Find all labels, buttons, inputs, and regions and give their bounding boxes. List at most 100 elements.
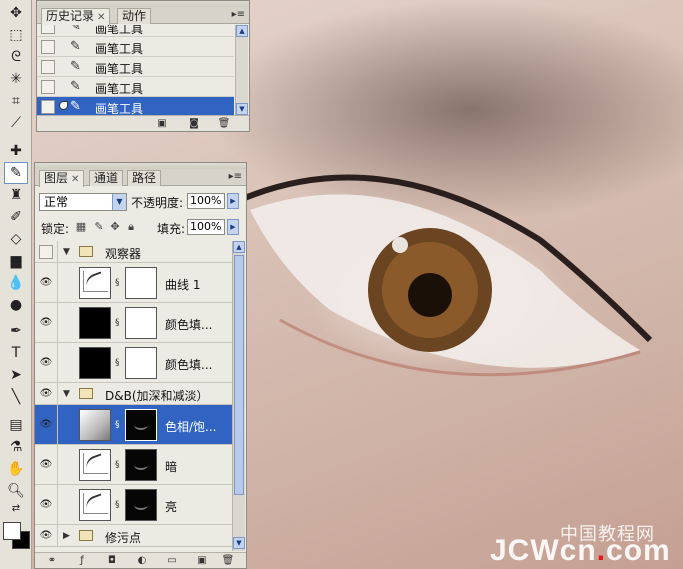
lock-image-icon[interactable]: ✎ (93, 221, 105, 233)
tab-history[interactable]: 历史记录 ✕ (41, 8, 111, 25)
history-item-selected[interactable]: ✎ 画笔工具 (37, 97, 234, 117)
link-icon[interactable]: § (115, 420, 121, 430)
visibility-toggle[interactable] (39, 245, 53, 259)
expand-triangle-icon[interactable]: ▼ (63, 247, 70, 257)
eye-icon[interactable]: 👁︎ (39, 459, 53, 471)
history-item[interactable]: ✎ 画笔工具 (37, 57, 234, 77)
link-icon[interactable]: § (115, 500, 121, 510)
layer-group-row[interactable]: ▼ 观察器 (35, 241, 232, 263)
new-layer-icon[interactable]: ▣ (195, 555, 209, 566)
lock-position-icon[interactable]: ✥ (109, 221, 121, 233)
foreground-color-swatch[interactable] (3, 522, 21, 540)
tab-channels[interactable]: 通道 (89, 170, 124, 186)
path-selection-tool-icon[interactable]: ➤ (4, 364, 28, 386)
fill-slider-icon[interactable]: ▶ (227, 219, 239, 235)
lock-all-icon[interactable]: 🔒︎ (125, 221, 137, 233)
folder-icon (79, 530, 93, 541)
marquee-tool-icon[interactable]: ⬚ (4, 24, 28, 46)
eye-icon[interactable]: 👁︎ (39, 317, 53, 329)
eraser-tool-icon[interactable]: ◇ (4, 228, 28, 250)
scroll-down-icon[interactable]: ▼ (236, 103, 248, 115)
slice-tool-icon[interactable]: ⟋ (4, 112, 28, 134)
hand-tool-icon[interactable]: ✋ (4, 458, 28, 480)
trash-icon[interactable]: 🗑︎ (217, 118, 231, 129)
opacity-field[interactable]: 100% (187, 193, 225, 209)
layer-row-selected[interactable]: 👁︎ § 色相/饱... (35, 405, 232, 445)
eye-icon[interactable]: 👁︎ (39, 419, 53, 431)
scroll-down-icon[interactable]: ▼ (233, 537, 245, 549)
layer-row[interactable]: 👁︎ § 暗 (35, 445, 232, 485)
new-group-icon[interactable]: ▭ (165, 555, 179, 566)
link-icon[interactable]: § (115, 460, 121, 470)
fill-field[interactable]: 100% (187, 219, 225, 235)
new-document-icon[interactable]: ▣ (155, 118, 169, 129)
link-icon[interactable]: § (115, 318, 121, 328)
trash-icon[interactable]: 🗑︎ (221, 555, 235, 566)
eye-icon[interactable]: 👁︎ (39, 357, 53, 369)
source-checkbox[interactable] (41, 100, 55, 114)
history-scrollbar[interactable]: ▲ ▼ (235, 25, 248, 117)
panel-menu-icon[interactable]: ▸≡ (229, 171, 242, 182)
layer-group-row[interactable]: 👁︎ ▶ 修污点 (35, 525, 232, 547)
swap-colors-icon[interactable]: ⇄ (4, 500, 28, 516)
tab-actions[interactable]: 动作 (117, 8, 152, 24)
layers-scrollbar[interactable]: ▲ ▼ (232, 241, 245, 551)
layer-row[interactable]: 👁︎ § 颜色填... (35, 343, 232, 383)
history-item[interactable]: ✎ 画笔工具 (37, 77, 234, 97)
notes-tool-icon[interactable]: ▤ (4, 414, 28, 436)
healing-brush-tool-icon[interactable]: ✚ (4, 140, 28, 162)
eyedropper-tool-icon[interactable]: ⚗ (4, 436, 28, 458)
source-checkbox[interactable] (41, 80, 55, 94)
link-icon[interactable]: § (115, 278, 121, 288)
expand-triangle-icon[interactable]: ▶ (63, 531, 70, 541)
expand-triangle-icon[interactable]: ▼ (63, 389, 70, 399)
link-layers-icon[interactable]: ⚭ (45, 555, 59, 566)
clone-stamp-tool-icon[interactable]: ♜ (4, 184, 28, 206)
gradient-tool-icon[interactable]: ▆ (4, 250, 28, 272)
source-checkbox[interactable] (41, 25, 55, 34)
history-item[interactable]: ✎ 画笔工具 (37, 25, 234, 37)
eye-icon[interactable]: 👁︎ (39, 388, 53, 400)
layer-row[interactable]: 👁︎ § 亮 (35, 485, 232, 525)
move-tool-icon[interactable]: ✥ (4, 2, 28, 24)
layers-tab-bar: 图层 ✕ 通道 路径 ▸≡ (35, 169, 246, 187)
scroll-up-icon[interactable]: ▲ (233, 241, 245, 253)
eye-icon[interactable]: 👁︎ (39, 499, 53, 511)
zoom-tool-icon[interactable]: 🔍︎ (4, 480, 28, 502)
lasso-tool-icon[interactable]: ᘓ (4, 46, 28, 68)
layer-row[interactable]: 👁︎ § 曲线 1 (35, 263, 232, 303)
history-item[interactable]: ✎ 画笔工具 (37, 37, 234, 57)
blend-mode-select[interactable]: 正常 ▼ (39, 193, 127, 211)
dodge-tool-icon[interactable]: ● (4, 294, 28, 316)
layers-footer: ⚭ ƒ ◘ ◐ ▭ ▣ 🗑︎ (35, 552, 246, 568)
tab-paths[interactable]: 路径 (127, 170, 162, 186)
history-brush-tool-icon[interactable]: ✐ (4, 206, 28, 228)
tab-layers[interactable]: 图层 ✕ (39, 170, 85, 187)
magic-wand-tool-icon[interactable]: ✳ (4, 68, 28, 90)
brush-tool-icon[interactable]: ✎ (4, 162, 28, 184)
chevron-down-icon[interactable]: ▼ (112, 194, 126, 210)
add-mask-icon[interactable]: ◘ (105, 555, 119, 566)
crop-tool-icon[interactable]: ⌗ (4, 90, 28, 112)
pen-tool-icon[interactable]: ✒ (4, 320, 28, 342)
layer-group-row[interactable]: 👁︎ ▼ D&B(加深和减淡） (35, 383, 232, 405)
line-tool-icon[interactable]: ╲ (4, 386, 28, 408)
scroll-thumb[interactable] (234, 255, 244, 495)
panel-menu-icon[interactable]: ▸≡ (232, 9, 245, 20)
eye-icon[interactable]: 👁︎ (39, 530, 53, 542)
source-checkbox[interactable] (41, 40, 55, 54)
layer-style-icon[interactable]: ƒ (75, 555, 89, 566)
snapshot-icon[interactable]: ◙ (187, 118, 201, 129)
adjustment-layer-icon[interactable]: ◐ (135, 555, 149, 566)
type-tool-icon[interactable]: T (4, 342, 28, 364)
opacity-slider-icon[interactable]: ▶ (227, 193, 239, 209)
layer-row[interactable]: 👁︎ § 颜色填... (35, 303, 232, 343)
source-checkbox[interactable] (41, 60, 55, 74)
close-icon[interactable]: ✕ (71, 174, 79, 185)
link-icon[interactable]: § (115, 358, 121, 368)
eye-icon[interactable]: 👁︎ (39, 277, 53, 289)
lock-transparent-icon[interactable]: ▦ (75, 221, 87, 233)
blur-tool-icon[interactable]: 💧 (4, 272, 28, 294)
scroll-up-icon[interactable]: ▲ (236, 25, 248, 37)
close-icon[interactable]: ✕ (97, 12, 105, 23)
